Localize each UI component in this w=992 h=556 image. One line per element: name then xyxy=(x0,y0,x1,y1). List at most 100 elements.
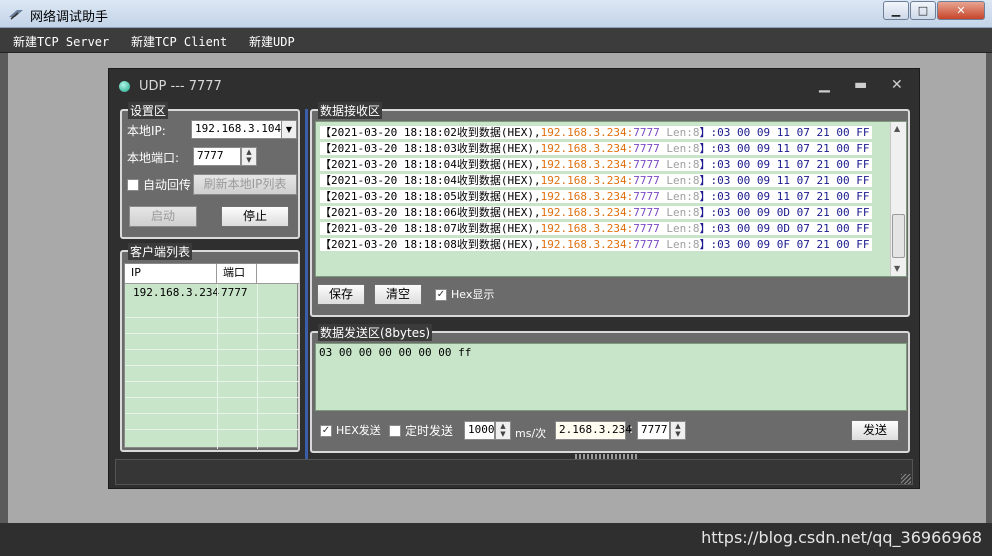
receive-length: Len:8 xyxy=(659,142,700,155)
row-divider xyxy=(125,413,299,414)
spin-up-icon[interactable]: ▲ xyxy=(496,422,510,430)
column-header-ip[interactable]: IP xyxy=(125,264,217,284)
window-titlebar: 网络调试助手 ▁ □ ✕ xyxy=(0,0,992,28)
spin-up-icon[interactable]: ▲ xyxy=(671,422,685,430)
scroll-up-icon[interactable]: ▲ xyxy=(894,124,900,133)
receive-line-text: 【2021-03-20 18:18:05收到数据(HEX),192.168.3.… xyxy=(320,190,872,203)
close-button[interactable]: ✕ xyxy=(937,1,985,20)
scroll-down-icon[interactable]: ▼ xyxy=(894,264,900,273)
receive-scrollbar[interactable]: ▲ ▼ xyxy=(890,122,906,276)
resize-grip-icon[interactable] xyxy=(901,474,911,484)
spin-up-icon[interactable]: ▲ xyxy=(242,148,256,156)
receive-line: 【2021-03-20 18:18:03收到数据(HEX),192.168.3.… xyxy=(320,141,872,157)
receive-timestamp: 【2021-03-20 18:18:04收到数据(HEX), xyxy=(320,174,541,187)
receive-length: Len:8 xyxy=(659,238,700,251)
receive-line-text: 【2021-03-20 18:18:08收到数据(HEX),192.168.3.… xyxy=(320,238,872,251)
receive-length: Len:8 xyxy=(659,206,700,219)
receive-ip: 192.168.3.234: xyxy=(540,206,634,219)
send-content: 03 00 00 00 00 00 00 ff xyxy=(319,346,472,359)
receive-line: 【2021-03-20 18:18:04收到数据(HEX),192.168.3.… xyxy=(320,173,872,189)
menu-new-udp[interactable]: 新建UDP xyxy=(249,33,295,50)
status-dot-icon xyxy=(119,81,130,92)
receive-line: 【2021-03-20 18:18:05收到数据(HEX),192.168.3.… xyxy=(320,189,872,205)
receive-timestamp: 【2021-03-20 18:18:03收到数据(HEX), xyxy=(320,142,541,155)
table-row[interactable]: 192.168.3.234 7777 xyxy=(125,285,299,301)
receive-port: 7777 xyxy=(633,190,660,203)
receive-group: 数据接收区 【2021-03-20 18:18:02收到数据(HEX),192.… xyxy=(310,102,910,317)
interval-spinner[interactable]: ▲ ▼ xyxy=(495,421,511,440)
stop-button[interactable]: 停止 xyxy=(221,206,289,227)
receive-timestamp: 【2021-03-20 18:18:02收到数据(HEX), xyxy=(320,126,541,139)
local-port-label: 本地端口: xyxy=(127,151,180,165)
maximize-button[interactable]: □ xyxy=(910,1,936,20)
udp-minimize-icon[interactable]: ▁ xyxy=(819,77,830,93)
send-text-area[interactable]: 03 00 00 00 00 00 00 ff xyxy=(315,343,907,411)
receive-line-text: 【2021-03-20 18:18:07收到数据(HEX),192.168.3.… xyxy=(320,222,872,235)
receive-payload: 】:03 00 09 11 07 21 00 FF xyxy=(699,158,870,171)
receive-line-text: 【2021-03-20 18:18:03收到数据(HEX),192.168.3.… xyxy=(320,142,872,155)
menu-new-tcp-server[interactable]: 新建TCP Server xyxy=(13,33,109,50)
hex-send-label: HEX发送 xyxy=(336,424,381,437)
receive-ip: 192.168.3.234: xyxy=(540,190,634,203)
receive-ip: 192.168.3.234: xyxy=(540,126,634,139)
udp-maximize-icon[interactable]: ▬ xyxy=(854,77,867,93)
clear-button[interactable]: 清空 xyxy=(374,284,422,305)
timed-send-label: 定时发送 xyxy=(405,424,454,438)
column-header-port[interactable]: 端口 xyxy=(217,264,257,284)
receive-length: Len:8 xyxy=(659,126,700,139)
minimize-button[interactable]: ▁ xyxy=(883,1,909,20)
row-divider xyxy=(125,397,299,398)
receive-ip: 192.168.3.234: xyxy=(540,158,634,171)
start-button[interactable]: 启动 xyxy=(129,206,197,227)
receive-timestamp: 【2021-03-20 18:18:07收到数据(HEX), xyxy=(320,222,541,235)
interval-input[interactable]: 1000 xyxy=(464,421,495,440)
receive-text-area[interactable]: 【2021-03-20 18:18:02收到数据(HEX),192.168.3.… xyxy=(315,121,907,277)
client-ip-cell: 192.168.3.234 xyxy=(133,286,220,299)
watermark: https://blog.csdn.net/qq_36966968 xyxy=(701,528,982,547)
auto-reply-label: 自动回传 xyxy=(143,178,192,192)
target-port-spinner[interactable]: ▲ ▼ xyxy=(670,421,686,440)
settings-group-label: 设置区 xyxy=(128,102,169,119)
app-icon xyxy=(9,10,23,20)
target-port-input[interactable]: 7777 xyxy=(637,421,670,440)
hex-send-checkbox[interactable]: ✓ xyxy=(320,425,332,437)
receive-line: 【2021-03-20 18:18:06收到数据(HEX),192.168.3.… xyxy=(320,205,872,221)
column-divider xyxy=(217,284,218,449)
auto-reply-checkbox[interactable] xyxy=(127,179,139,191)
timed-send-checkbox[interactable] xyxy=(389,425,401,437)
receive-line-text: 【2021-03-20 18:18:06收到数据(HEX),192.168.3.… xyxy=(320,206,872,219)
receive-payload: 】:03 00 09 11 07 21 00 FF xyxy=(699,174,870,187)
spin-down-icon[interactable]: ▼ xyxy=(496,430,510,438)
save-button[interactable]: 保存 xyxy=(317,284,365,305)
udp-window-title: UDP --- 7777 xyxy=(139,79,222,94)
dropdown-arrow-icon[interactable]: ▼ xyxy=(281,120,297,139)
vertical-splitter[interactable] xyxy=(305,109,308,459)
receive-payload: 】:03 00 09 11 07 21 00 FF xyxy=(699,190,870,203)
target-ip-input[interactable]: 2.168.3.234 xyxy=(555,421,632,440)
interval-unit-label: ms/次 xyxy=(515,427,547,440)
local-port-input[interactable]: 7777 xyxy=(193,147,241,166)
hex-display-label: Hex显示 xyxy=(451,288,495,301)
refresh-ip-button[interactable]: 刷新本地IP列表 xyxy=(193,174,297,195)
receive-line-text: 【2021-03-20 18:18:04收到数据(HEX),192.168.3.… xyxy=(320,174,872,187)
menu-new-tcp-client[interactable]: 新建TCP Client xyxy=(131,33,227,50)
spin-down-icon[interactable]: ▼ xyxy=(671,430,685,438)
receive-port: 7777 xyxy=(633,238,660,251)
receive-line-text: 【2021-03-20 18:18:02收到数据(HEX),192.168.3.… xyxy=(320,126,872,139)
receive-length: Len:8 xyxy=(659,174,700,187)
row-divider xyxy=(125,381,299,382)
local-ip-select[interactable]: 192.168.3.104 xyxy=(191,120,282,139)
row-divider xyxy=(125,333,299,334)
receive-line: 【2021-03-20 18:18:08收到数据(HEX),192.168.3.… xyxy=(320,237,872,253)
scroll-thumb[interactable] xyxy=(892,214,905,258)
local-port-spinner[interactable]: ▲ ▼ xyxy=(241,147,257,166)
receive-length: Len:8 xyxy=(659,190,700,203)
bottom-bar xyxy=(115,459,913,485)
udp-close-icon[interactable]: ✕ xyxy=(891,77,903,93)
receive-port: 7777 xyxy=(633,142,660,155)
receive-port: 7777 xyxy=(633,126,660,139)
send-button[interactable]: 发送 xyxy=(851,420,899,441)
spin-down-icon[interactable]: ▼ xyxy=(242,156,256,164)
receive-line-text: 【2021-03-20 18:18:04收到数据(HEX),192.168.3.… xyxy=(320,158,872,171)
hex-display-checkbox[interactable]: ✓ xyxy=(435,289,447,301)
